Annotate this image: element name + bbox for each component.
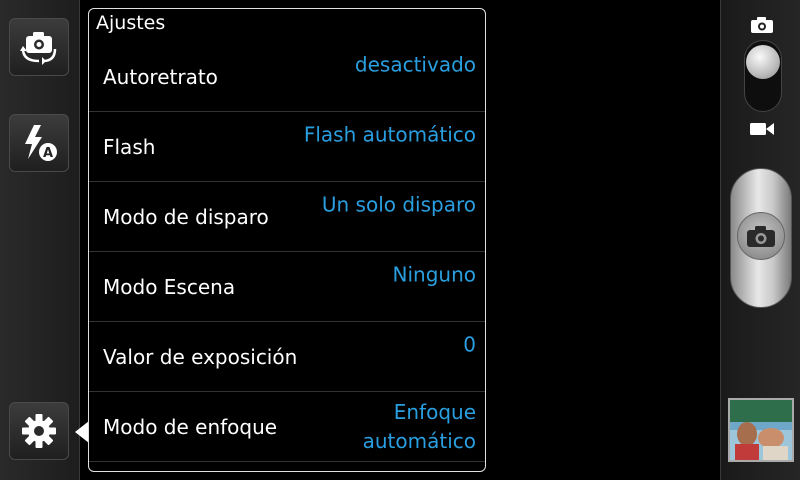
setting-label: Autoretrato	[103, 64, 218, 89]
shutter-button[interactable]	[730, 168, 792, 308]
setting-value: desactivado	[354, 52, 476, 77]
mode-switch-knob[interactable]	[746, 45, 780, 79]
last-photo-thumbnail[interactable]	[728, 398, 794, 462]
setting-row-flash[interactable]: Flash Flash automático	[89, 112, 485, 182]
setting-row-shooting-mode[interactable]: Modo de disparo Un solo disparo	[89, 182, 485, 252]
setting-label: Modo de enfoque	[103, 414, 278, 439]
flash-mode-button[interactable]: A	[9, 114, 69, 172]
setting-label: Modo Escena	[103, 274, 236, 299]
panel-title: Ajustes	[96, 12, 166, 34]
setting-value: Un solo disparo	[321, 192, 476, 217]
setting-row-focus-mode[interactable]: Modo de enfoque Enfoque automático	[89, 392, 485, 462]
setting-value-line1: Enfoque	[393, 399, 476, 424]
setting-label: Valor de exposición	[103, 344, 298, 369]
shutter-button-center	[737, 212, 785, 260]
setting-value-line2: automático	[362, 428, 476, 453]
switch-camera-icon	[20, 32, 57, 65]
setting-value: Enfoque automático	[363, 398, 476, 456]
camera-mode-icon	[751, 17, 773, 33]
setting-label: Flash	[103, 134, 156, 159]
settings-pointer	[75, 421, 89, 443]
setting-value: Flash automático	[303, 122, 476, 147]
setting-row-scene-mode[interactable]: Modo Escena Ninguno	[89, 252, 485, 322]
video-mode-icon	[750, 123, 774, 135]
setting-row-self-portrait[interactable]: Autoretrato desactivado	[89, 42, 485, 112]
setting-value: 0	[463, 332, 476, 357]
setting-row-exposure[interactable]: Valor de exposición 0	[89, 322, 485, 392]
photo-thumbnail-image	[730, 400, 792, 460]
setting-label: Modo de disparo	[103, 204, 269, 229]
setting-value: Ninguno	[392, 262, 476, 287]
settings-panel: Ajustes Autoretrato desactivado Flash Fl…	[88, 8, 486, 472]
mode-switch[interactable]	[744, 40, 782, 112]
gear-icon	[22, 414, 56, 448]
flash-auto-icon: A	[25, 125, 57, 161]
camera-icon	[747, 226, 775, 247]
switch-camera-button[interactable]	[9, 18, 69, 76]
settings-button[interactable]	[9, 402, 69, 460]
right-toolbar	[720, 0, 800, 480]
left-toolbar: A	[0, 0, 89, 480]
svg-text:A: A	[43, 146, 53, 161]
